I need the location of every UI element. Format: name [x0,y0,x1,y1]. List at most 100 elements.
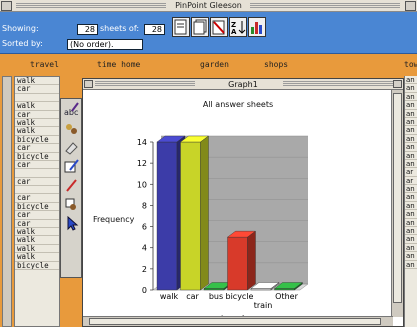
table-cell[interactable]: walk [15,253,59,262]
pencil-tool-icon[interactable] [63,177,80,194]
table-cell[interactable]: car [15,161,59,170]
x-tick-label: car [186,292,199,301]
table-cell[interactable] [15,186,59,195]
bar-side [247,230,256,291]
toolbar: Showing: 28 sheets of: 28 Sorted by: (No… [0,12,417,54]
table-cell[interactable]: an [405,101,417,110]
bar-car [180,141,201,291]
table-cell[interactable] [15,169,59,178]
column-header-tow[interactable]: tow [404,60,417,69]
y-tick-label: 12 [137,159,147,168]
table-cell[interactable] [15,94,59,103]
graph-vertical-scrollbar[interactable] [391,90,403,317]
graph-vertical-scroll-thumb[interactable] [393,93,402,303]
travel-column: walk car walk car walk walk bicycle car … [14,76,60,327]
table-cell[interactable]: an [405,135,417,144]
table-cell[interactable]: car [15,144,59,153]
table-cell[interactable]: an [405,126,417,135]
table-cell[interactable]: car [15,178,59,187]
table-cell[interactable]: an [405,210,417,219]
table-cell[interactable]: an [405,76,417,85]
y-tick-label: 14 [137,138,147,147]
pointer-tool-icon[interactable] [63,215,80,232]
table-cell[interactable]: car [15,194,59,203]
column-header-garden[interactable]: garden [200,60,229,69]
total-sheets-field[interactable]: 28 [144,24,165,35]
table-cell[interactable]: walk [15,102,59,111]
table-cell[interactable]: bicycle [15,262,59,270]
table-cell[interactable]: bicycle [15,203,59,212]
table-cell[interactable]: walk [15,228,59,237]
column-header-travel[interactable]: travel [30,60,59,69]
table-cell[interactable]: walk [15,77,59,86]
y-tick-label: 2 [142,265,147,274]
y-tick-label: 0 [142,286,147,295]
table-cell[interactable]: an [405,261,417,269]
table-cell[interactable]: bicycle [15,153,59,161]
title-bar-stripes [250,3,400,9]
toggle-graph-size-button[interactable] [393,80,402,88]
y-tick-label: 10 [137,180,147,189]
bar-side [200,135,209,291]
table-cell[interactable]: ar [405,177,417,186]
table-cell[interactable]: walk [15,236,59,245]
table-cell[interactable]: an [405,152,417,160]
sort-icon[interactable]: ZA [229,17,247,37]
graph-icon[interactable] [248,17,266,37]
close-graph-button[interactable] [84,80,93,88]
bar-other [274,288,295,291]
y-tick-label: 6 [142,223,147,232]
showing-count-field[interactable]: 28 [77,24,98,35]
eraser-tool-icon[interactable] [63,139,80,156]
draw-tool-icon[interactable] [63,196,80,213]
table-cell[interactable]: an [405,219,417,228]
graph-horizontal-scroll-thumb[interactable] [89,318,381,325]
text-tool-icon[interactable]: abc [63,101,80,118]
sheet-vertical-scrollbar[interactable] [2,76,12,327]
table-cell[interactable]: car [15,211,59,220]
table-cell[interactable]: car [15,220,59,229]
table-cell[interactable]: an [405,227,417,236]
tools-palette: abc [60,98,82,278]
table-cell[interactable]: ar [405,168,417,177]
y-tick-label: 8 [142,201,147,210]
graph-title-bar[interactable]: Graph1 [83,79,403,90]
svg-text:A: A [231,28,237,35]
toggle-size-button[interactable] [405,1,416,11]
sheet-icon[interactable] [172,17,190,37]
pen-tool-icon[interactable] [63,158,80,175]
graph-window: Graph1 All answer sheets Frequency trave… [82,78,404,327]
table-cell[interactable]: an [405,185,417,194]
table-cell[interactable]: an [405,93,417,102]
tow-column: an an an an an an an an an an an ar ar a… [404,76,417,327]
table-cell[interactable]: an [405,160,417,169]
x-tick-label: bicycle [226,292,254,301]
table-cell[interactable]: an [405,193,417,202]
table-cell[interactable]: an [405,143,417,152]
table-cell[interactable]: car [15,111,59,119]
table-cell[interactable]: car [15,85,59,94]
graph-canvas: All answer sheets Frequency travel 02468… [83,90,393,323]
sheets-icon[interactable] [191,17,209,37]
table-cell[interactable]: walk [15,119,59,128]
table-cell[interactable]: walk [15,245,59,254]
sort-order-field[interactable]: (No order). [67,39,143,50]
paint-tool-icon[interactable] [63,120,80,137]
table-cell[interactable]: bicycle [15,136,59,145]
column-header-time-home[interactable]: time home [97,60,140,69]
table-cell[interactable]: an [405,84,417,93]
column-header-shops[interactable]: shops [264,60,288,69]
table-cell[interactable]: walk [15,127,59,136]
graph-horizontal-scrollbar[interactable] [83,316,393,326]
delete-sheet-icon[interactable] [210,17,228,37]
table-cell[interactable]: an [405,235,417,244]
svg-text:abc: abc [64,108,78,117]
table-cell[interactable]: an [405,252,417,261]
table-cell[interactable]: an [405,118,417,127]
table-cell[interactable]: an [405,110,417,118]
bar-bus [203,288,225,291]
table-cell[interactable]: an [405,244,417,253]
bar-chart: 0 2 4 6 8 10 12 14 walk car bus bicycletrainOther [137,135,309,310]
main-title-bar[interactable]: PinPoint Gleeson [0,0,417,12]
table-cell[interactable]: an [405,202,417,211]
